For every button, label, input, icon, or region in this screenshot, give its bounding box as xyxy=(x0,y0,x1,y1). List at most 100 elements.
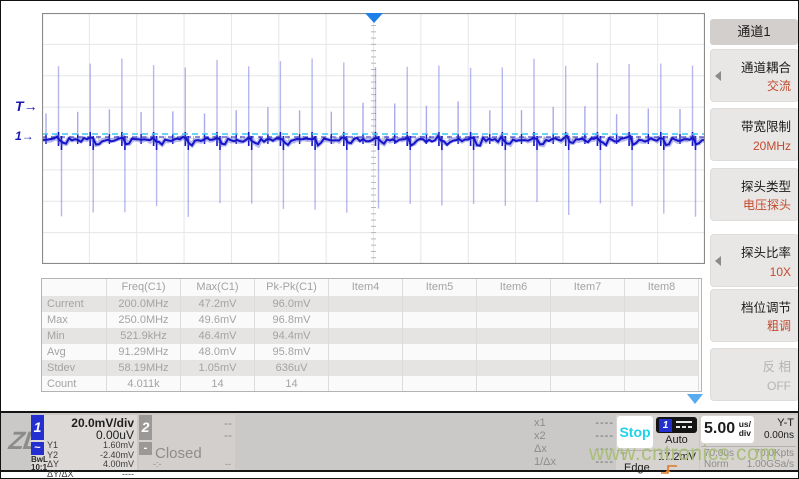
rising-edge-icon xyxy=(660,463,680,475)
trigger-type: Edge xyxy=(624,462,650,474)
table-column-header: Pk-Pk(C1) xyxy=(255,279,329,296)
table-cell xyxy=(551,328,625,344)
menu-item-3[interactable]: 探头类型电压探头 xyxy=(710,168,799,221)
table-cell xyxy=(477,328,551,344)
acquisition-window-row: 70.0us70.0Kpts xyxy=(704,448,794,459)
readout-row: Δx---- xyxy=(534,443,614,456)
menu-item-value: OFF xyxy=(767,379,791,393)
table-cell xyxy=(329,312,403,328)
channel2-misc: -:--- xyxy=(153,459,231,469)
trigger-level-value: 17.2mV xyxy=(658,451,696,463)
trigger-source-badge: 1 xyxy=(659,419,672,432)
trigger-source-box: 1 xyxy=(656,417,697,433)
table-cell: 58.19MHz xyxy=(107,360,181,376)
table-row-label: Current xyxy=(42,296,107,312)
table-cell xyxy=(625,344,699,360)
table-cell: 46.4mV xyxy=(181,328,255,344)
table-cell xyxy=(329,360,403,376)
table-cell xyxy=(625,312,699,328)
divider xyxy=(701,446,796,447)
trigger-mode: Auto xyxy=(656,434,697,446)
display-mode: Y-T xyxy=(777,417,794,429)
timebase-scale-box[interactable]: 5.00 us/ div xyxy=(701,416,754,443)
submenu-arrow-icon xyxy=(715,71,721,81)
table-cell xyxy=(403,376,477,392)
menu-item-label: 带宽限制 xyxy=(741,116,791,135)
table-row-label: Count xyxy=(42,376,107,392)
menu-item-6[interactable]: 反 相 OFF xyxy=(710,348,799,401)
table-cell xyxy=(329,376,403,392)
table-cell xyxy=(551,344,625,360)
trigger-status-block[interactable]: Stop 1 Auto T17.2mV Edge xyxy=(616,415,699,470)
trigger-level-label: T xyxy=(15,98,24,114)
channel2-coupling-icon: - xyxy=(139,442,152,455)
table-scroll-down-icon[interactable] xyxy=(687,394,703,404)
table-column-header: Item5 xyxy=(403,279,477,296)
readout-row: ΔY/ΔX---- xyxy=(47,470,134,479)
channel1-flags: BwL 10:1 xyxy=(31,456,48,472)
menu-item-label: 探头类型 xyxy=(741,176,791,195)
table-cell: 521.9kHz xyxy=(107,328,181,344)
timebase-unit: us/ div xyxy=(739,420,751,438)
menu-item-5[interactable]: 档位调节粗调 xyxy=(710,289,799,342)
menu-item-value: 粗调 xyxy=(767,317,791,334)
ac-coupling-icon: ~ xyxy=(31,442,44,455)
oscilloscope-screen: T→ 1→ Freq(C1)Max(C1)Pk-Pk(C1)Item4Item5… xyxy=(0,0,799,479)
table-cell xyxy=(477,312,551,328)
table-cell xyxy=(403,344,477,360)
table-column-header: Item7 xyxy=(551,279,625,296)
menu-item-value: 20MHz xyxy=(753,139,791,153)
status-bar: ZLG® 1 20.0mV/div 0.00uV ~ BwL 10:1 Y11.… xyxy=(1,411,799,472)
table-cell: 95.8mV xyxy=(255,344,329,360)
run-stop-indicator[interactable]: Stop xyxy=(617,416,653,448)
menu-item-value: 10X xyxy=(770,265,791,279)
menu-item-label: 档位调节 xyxy=(741,297,791,316)
channel1-status-block[interactable]: 1 20.0mV/div 0.00uV ~ BwL 10:1 Y11.60mVY… xyxy=(31,415,137,470)
menu-item-4[interactable]: 探头比率 10X xyxy=(710,234,799,287)
table-column-header: Freq(C1) xyxy=(107,279,181,296)
table-cell xyxy=(625,328,699,344)
table-row-label: Avg xyxy=(42,344,107,360)
menu-item-label: 反 相 xyxy=(763,356,791,375)
trigger-position-marker-icon[interactable] xyxy=(365,13,383,23)
table-cell xyxy=(477,376,551,392)
table-cell xyxy=(403,328,477,344)
channel-menu-panel: 通道1 通道耦合交流带宽限制 20MHz 探头类型电压探头探头比率 10X 档位调节粗调… xyxy=(709,1,799,411)
table-cell xyxy=(477,360,551,376)
menu-item-2[interactable]: 带宽限制 20MHz xyxy=(710,108,799,161)
timebase-status-block[interactable]: 5.00 us/ div Y-T 0.00ns 70.0us70.0Kpts N… xyxy=(700,415,797,470)
table-cell xyxy=(551,360,625,376)
dc-coupling-icon-dashed xyxy=(676,426,692,428)
trigger-level-marker[interactable]: T→ xyxy=(15,99,38,113)
channel2-badge: 2 xyxy=(139,415,152,440)
table-cell xyxy=(403,312,477,328)
table-cell: 1.05mV xyxy=(181,360,255,376)
trigger-level-arrow-icon: → xyxy=(24,98,38,114)
probe-ratio-flag: 10:1 xyxy=(31,464,48,472)
channel1-position-marker[interactable]: 1→ xyxy=(15,129,34,143)
table-cell xyxy=(477,296,551,312)
channel2-status-block[interactable]: 2 -- -- - Closed -:--- xyxy=(139,415,235,470)
table-cell: 48.0mV xyxy=(181,344,255,360)
table-cell: 14 xyxy=(255,376,329,392)
trigger-delay: 0.00ns xyxy=(764,430,794,441)
channel1-marker-arrow-icon: → xyxy=(22,129,34,143)
table-cell: 96.8mV xyxy=(255,312,329,328)
table-cell xyxy=(551,376,625,392)
table-cell: 94.4mV xyxy=(255,328,329,344)
table-cell: 200.0MHz xyxy=(107,296,181,312)
table-cell xyxy=(551,312,625,328)
menu-title: 通道1 xyxy=(710,19,798,45)
menu-item-label: 通道耦合 xyxy=(741,57,791,76)
menu-item-1[interactable]: 通道耦合交流 xyxy=(710,49,799,102)
table-cell xyxy=(329,328,403,344)
dc-coupling-icon xyxy=(676,421,692,423)
channel1-badge: 1 xyxy=(31,415,44,440)
table-row-label: Max xyxy=(42,312,107,328)
menu-item-label: 探头比率 xyxy=(741,242,791,261)
table-cell xyxy=(551,296,625,312)
channel1-marker-label: 1 xyxy=(15,129,22,143)
table-cell: 96.0mV xyxy=(255,296,329,312)
table-cell: 91.29MHz xyxy=(107,344,181,360)
readout-row: x2---- xyxy=(534,430,614,443)
